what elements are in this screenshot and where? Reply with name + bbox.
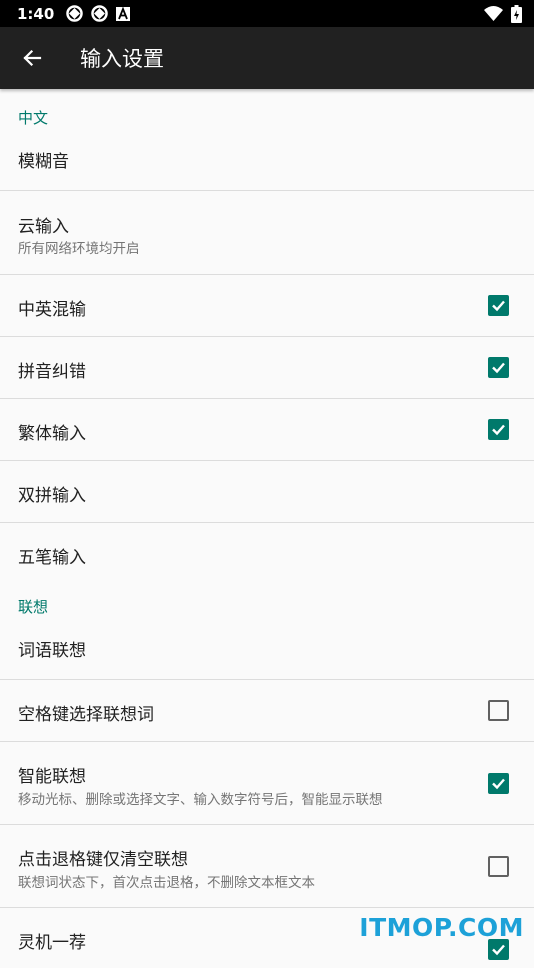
pref-fuzzy-pinyin[interactable]: 模糊音 xyxy=(0,147,534,191)
pref-cloud-input[interactable]: 云输入 所有网络环境均开启 xyxy=(0,191,534,275)
pref-summary: 移动光标、删除或选择文字、输入数字符号后，智能显示联想 xyxy=(18,792,383,808)
text-a-icon xyxy=(116,6,131,21)
pref-title: 空格键选择联想词 xyxy=(18,705,154,725)
pref-title: 中英混输 xyxy=(18,300,86,320)
category-header-chinese: 中文 xyxy=(18,109,49,127)
check-icon xyxy=(492,778,505,790)
sync-icon xyxy=(66,5,84,22)
pref-summary: 联想词状态下，首次点击退格，不删除文本框文本 xyxy=(18,875,315,891)
pref-double-pinyin[interactable]: 双拼输入 xyxy=(0,461,534,523)
pref-title: 智能联想 xyxy=(18,767,86,787)
sync-icon xyxy=(91,5,109,22)
app-bar: 输入设置 xyxy=(0,27,534,89)
check-icon xyxy=(492,424,505,436)
arrow-back-icon xyxy=(23,49,42,67)
check-icon xyxy=(492,362,505,374)
pref-smart-association[interactable]: 智能联想 移动光标、删除或选择文字、输入数字符号后，智能显示联想 xyxy=(0,742,534,825)
pref-title: 点击退格键仅清空联想 xyxy=(18,850,188,870)
check-icon xyxy=(492,300,505,312)
pref-title: 云输入 xyxy=(18,217,69,237)
pref-mixed-input[interactable]: 中英混输 xyxy=(0,275,534,337)
category-header-association: 联想 xyxy=(18,598,49,616)
checkbox-checked[interactable] xyxy=(488,773,509,794)
pref-title: 模糊音 xyxy=(18,152,69,172)
wifi-icon xyxy=(484,6,503,21)
checkbox-checked[interactable] xyxy=(488,419,509,440)
checkbox-checked[interactable] xyxy=(488,357,509,378)
pref-wubi-input[interactable]: 五笔输入 xyxy=(0,523,534,585)
battery-charging-icon xyxy=(511,4,522,23)
watermark: ITMOP.COM xyxy=(359,913,524,942)
pref-title: 繁体输入 xyxy=(18,424,86,444)
pref-summary: 所有网络环境均开启 xyxy=(18,241,140,257)
pref-title: 拼音纠错 xyxy=(18,362,86,382)
pref-title: 灵机一荐 xyxy=(18,933,86,953)
checkbox-checked[interactable] xyxy=(488,295,509,316)
back-button[interactable] xyxy=(12,38,52,78)
preference-list: 中文 模糊音 云输入 所有网络环境均开启 中英混输 拼音纠错 繁体输入 双拼输入… xyxy=(0,89,534,968)
status-bar: 1:40 xyxy=(0,0,534,27)
checkbox-unchecked[interactable] xyxy=(488,856,509,877)
pref-title: 词语联想 xyxy=(18,641,86,661)
checkbox-unchecked[interactable] xyxy=(488,700,509,721)
pref-backspace-clear-association[interactable]: 点击退格键仅清空联想 联想词状态下，首次点击退格，不删除文本框文本 xyxy=(0,825,534,908)
pref-space-select-association[interactable]: 空格键选择联想词 xyxy=(0,680,534,742)
pref-title: 五笔输入 xyxy=(18,548,86,568)
page-title: 输入设置 xyxy=(80,47,164,71)
status-time: 1:40 xyxy=(17,4,55,23)
pref-traditional-input[interactable]: 繁体输入 xyxy=(0,399,534,461)
pref-title: 双拼输入 xyxy=(18,486,86,506)
pref-pinyin-correction[interactable]: 拼音纠错 xyxy=(0,337,534,399)
pref-word-association[interactable]: 词语联想 xyxy=(0,630,534,680)
